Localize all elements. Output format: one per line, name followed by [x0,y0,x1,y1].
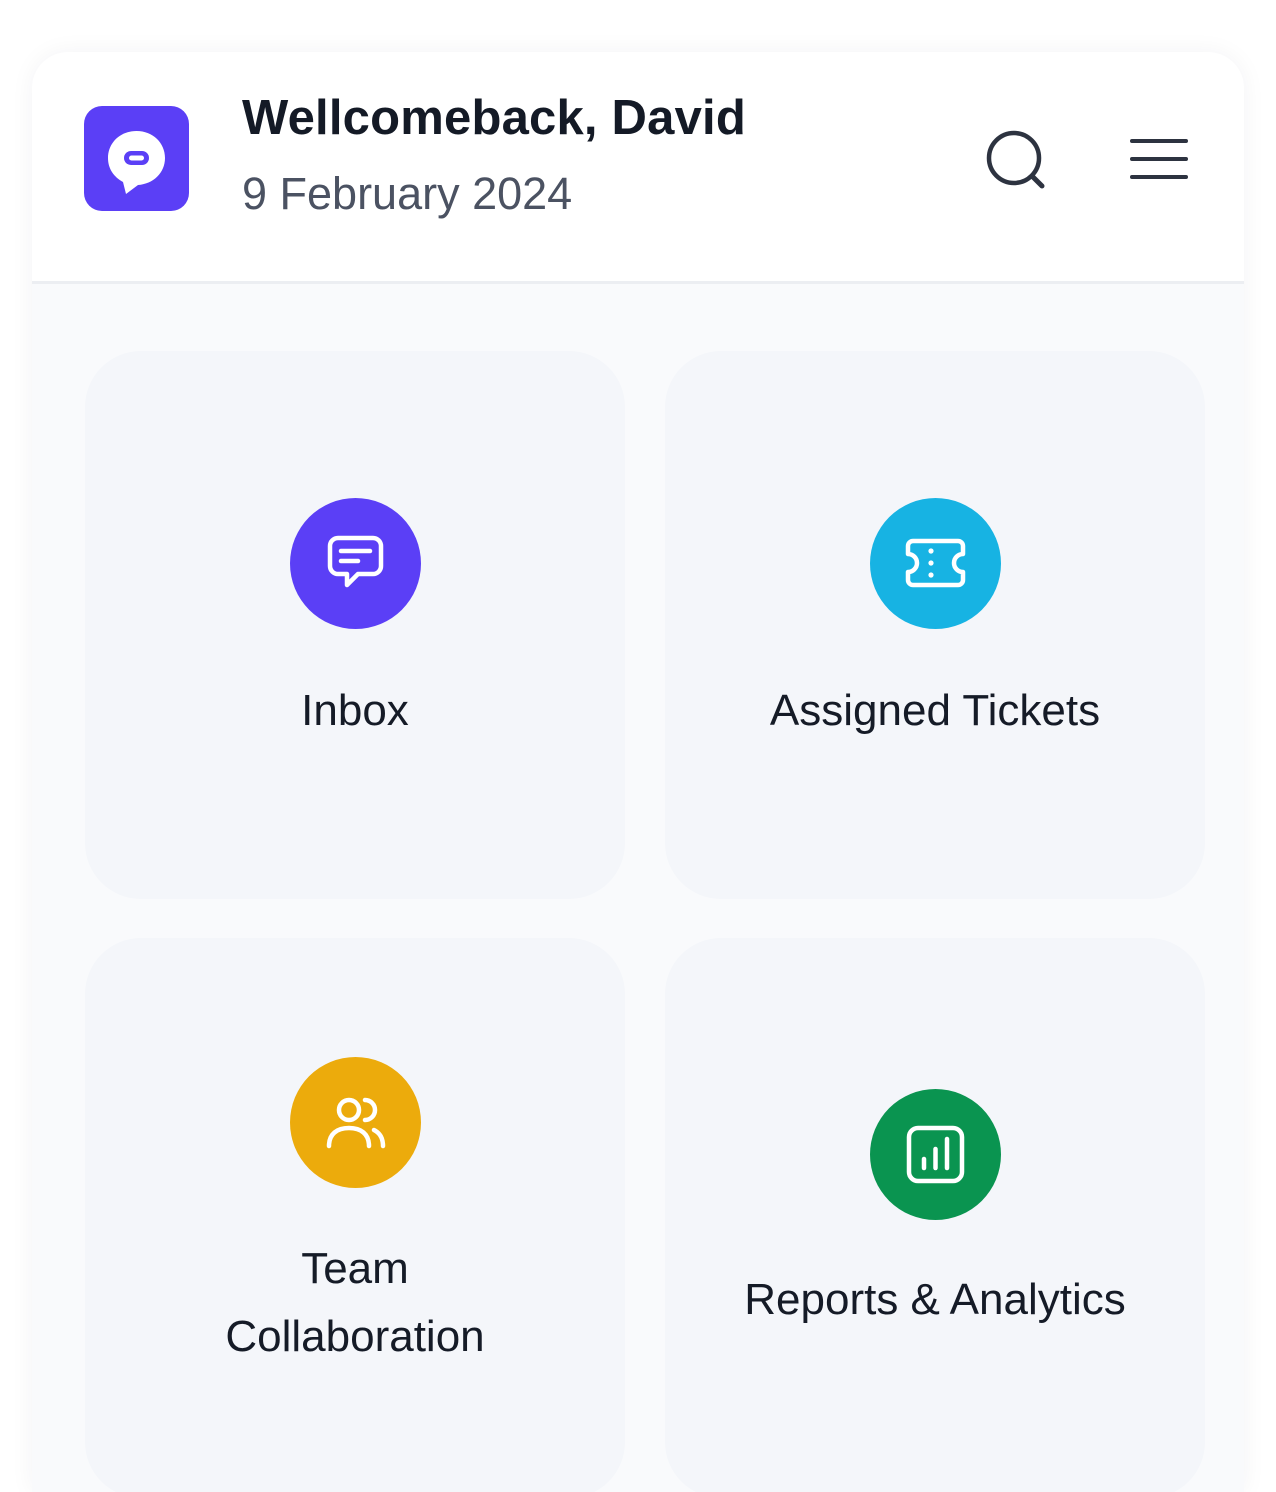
tickets-badge [870,498,1001,629]
chart-icon [906,1125,965,1184]
tile-inbox[interactable]: Inbox [85,351,625,899]
tile-assigned-tickets[interactable]: Assigned Tickets [665,351,1205,899]
hamburger-menu-icon [1130,139,1188,179]
tile-label-line: Team [301,1244,409,1293]
chat-bubble-logo-icon [84,106,189,211]
tile-label-line: Collaboration [225,1312,485,1361]
users-icon [326,1097,386,1149]
message-icon [327,535,384,588]
tile-label: Team Collaboration [85,1235,625,1371]
team-badge [290,1057,421,1188]
current-date: 9 February 2024 [242,168,573,219]
tile-label: Inbox [301,686,409,735]
tile-reports-analytics[interactable]: Reports & Analytics [665,938,1205,1492]
tile-label: Reports & Analytics [744,1275,1126,1324]
page-title: Wellcomeback, David [242,91,746,145]
tile-team-collaboration[interactable]: Team Collaboration [85,938,625,1492]
search-button[interactable] [980,124,1052,196]
header: Wellcomeback, David 9 February 2024 [32,52,1244,284]
tile-label: Assigned Tickets [769,686,1101,735]
search-icon [986,130,1045,189]
reports-badge [870,1089,1001,1220]
inbox-badge [290,498,421,629]
menu-button[interactable] [1123,124,1195,196]
app-screen: Wellcomeback, David 9 February 2024 Inbo [32,52,1244,1492]
ticket-icon [905,538,966,588]
